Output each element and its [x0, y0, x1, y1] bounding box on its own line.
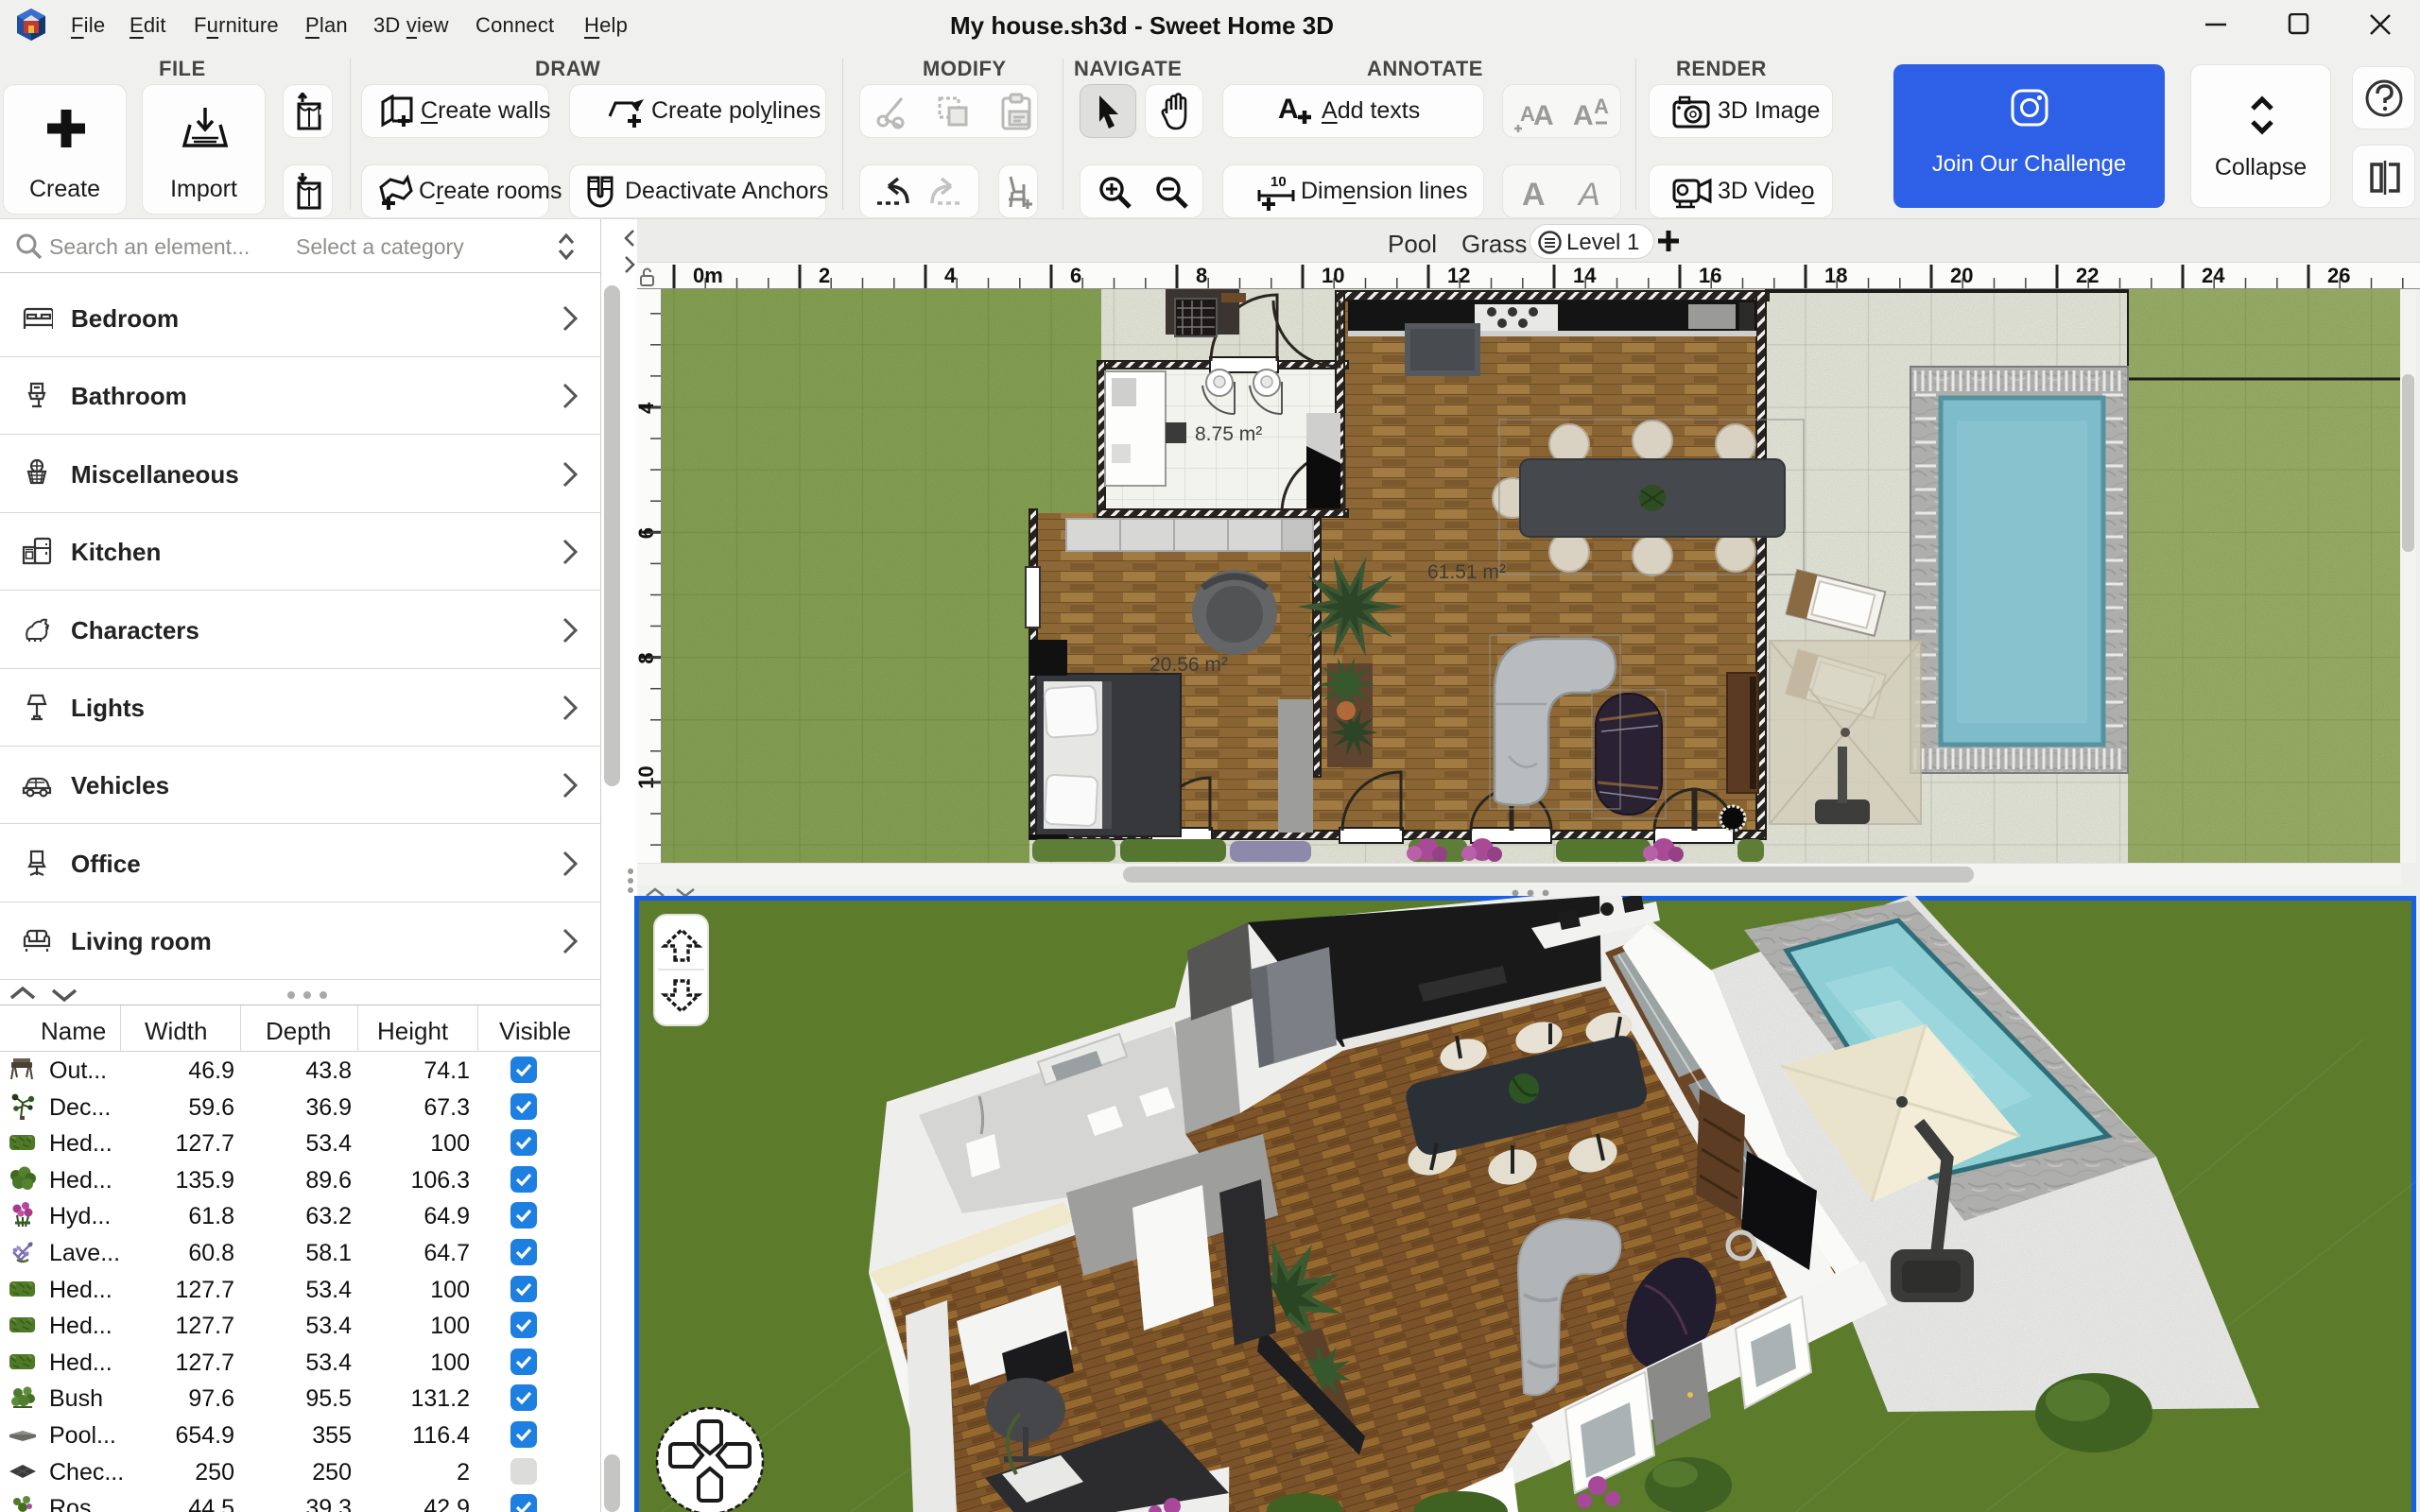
svg-text:A: A: [1573, 100, 1594, 131]
svg-text:8.75 m²: 8.75 m²: [1195, 423, 1262, 445]
svg-text:10: 10: [1270, 174, 1287, 190]
svg-text:22: 22: [2076, 264, 2099, 287]
svg-text:16: 16: [1699, 264, 1721, 287]
svg-text:A: A: [1533, 100, 1554, 131]
svg-text:A: A: [1278, 94, 1299, 125]
svg-text:20: 20: [1950, 264, 1973, 287]
svg-text:12: 12: [1447, 264, 1470, 287]
svg-text:6: 6: [1070, 264, 1081, 287]
svg-text:10: 10: [1322, 264, 1344, 287]
svg-text:A: A: [1577, 177, 1600, 213]
svg-text:A: A: [1594, 94, 1609, 118]
svg-text:6: 6: [637, 527, 658, 539]
svg-text:0m: 0m: [693, 264, 723, 287]
svg-text:18: 18: [1824, 264, 1847, 287]
svg-text:4: 4: [944, 264, 957, 287]
svg-text:20.56 m²: 20.56 m²: [1150, 654, 1228, 676]
svg-text:26: 26: [2327, 264, 2350, 287]
svg-text:A: A: [1522, 177, 1546, 213]
svg-text:8: 8: [637, 652, 658, 663]
svg-text:61.51 m²: 61.51 m²: [1427, 561, 1506, 583]
svg-text:8: 8: [1196, 264, 1207, 287]
svg-text:10: 10: [637, 765, 658, 788]
svg-text:2: 2: [819, 264, 830, 287]
